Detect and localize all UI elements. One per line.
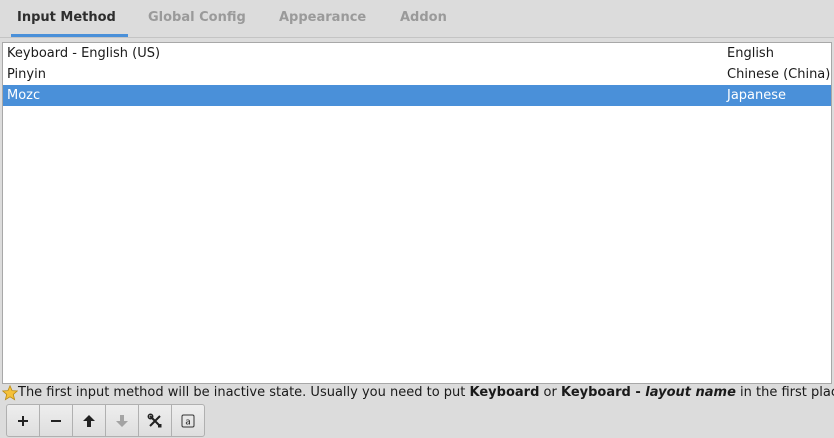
hint-keyword-keyboard: Keyboard — [469, 385, 540, 400]
input-method-language: Japanese — [727, 88, 787, 103]
add-button[interactable] — [6, 404, 40, 437]
list-item[interactable]: Pinyin Chinese (China) — [3, 64, 831, 85]
hint-keyword-keyboard-layout: Keyboard - — [560, 385, 646, 400]
move-down-icon — [116, 414, 128, 427]
tab-bar: Input Method Global Config Appearance Ad… — [0, 0, 834, 38]
move-down-button[interactable] — [105, 404, 139, 437]
tab-addon[interactable]: Addon — [400, 0, 447, 37]
keyboard-layout-icon: a — [181, 414, 195, 427]
svg-text:a: a — [185, 417, 191, 427]
hint-part2: or — [539, 385, 561, 400]
hint-text: The first input method will be inactive … — [18, 384, 834, 401]
input-method-name: Pinyin — [7, 67, 46, 82]
configure-button[interactable] — [138, 404, 172, 437]
keyboard-layout-button[interactable]: a — [171, 404, 205, 437]
tab-global-config[interactable]: Global Config — [148, 0, 246, 37]
move-up-icon — [83, 414, 95, 427]
configure-icon — [147, 413, 162, 427]
list-item-selected[interactable]: Mozc Japanese — [3, 85, 831, 106]
hint-keyword-layout-name: layout name — [645, 385, 736, 400]
remove-button[interactable] — [39, 404, 73, 437]
input-method-language: Chinese (China) — [727, 67, 831, 82]
input-method-name: Keyboard - English (US) — [7, 46, 161, 61]
list-toolbar: a — [6, 404, 205, 437]
hint-part3: in the first place. — [740, 385, 834, 400]
input-method-list[interactable]: Keyboard - English (US) English Pinyin C… — [2, 42, 832, 384]
input-method-language: English — [727, 46, 774, 61]
input-method-name: Mozc — [7, 88, 41, 103]
star-icon — [2, 384, 19, 401]
add-icon — [18, 415, 28, 426]
remove-icon — [51, 419, 61, 422]
tab-appearance[interactable]: Appearance — [279, 0, 366, 37]
hint-part1: The first input method will be inactive … — [18, 385, 470, 400]
move-up-button[interactable] — [72, 404, 106, 437]
hint-message: The first input method will be inactive … — [2, 384, 834, 401]
tab-input-method[interactable]: Input Method — [11, 0, 128, 37]
list-item[interactable]: Keyboard - English (US) English — [3, 43, 831, 64]
